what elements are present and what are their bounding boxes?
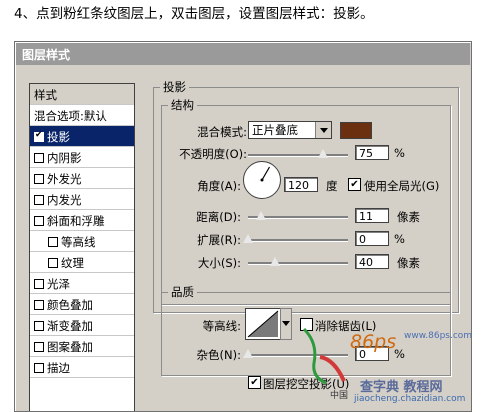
contour-picker[interactable] xyxy=(245,308,281,340)
style-item-label: 纹理 xyxy=(61,256,84,270)
quality-group-title: 品质 xyxy=(171,285,194,299)
style-item-label: 投影 xyxy=(47,130,70,144)
opacity-input[interactable]: 75 xyxy=(355,145,389,160)
style-item-label: 图案叠加 xyxy=(47,340,93,354)
pattern-overlay-checkbox[interactable] xyxy=(34,342,44,352)
drop-shadow-checkbox[interactable]: ✔ xyxy=(34,130,44,142)
angle-unit: 度 xyxy=(326,179,338,193)
style-item-outer-glow[interactable]: 外发光 xyxy=(30,168,134,189)
checkmark-icon: ✔ xyxy=(35,130,43,140)
blend-mode-label: 混合模式: xyxy=(197,125,247,139)
satin-checkbox[interactable] xyxy=(34,279,44,289)
style-item-drop-shadow[interactable]: ✔ 投影 xyxy=(30,126,134,147)
style-item-satin[interactable]: 光泽 xyxy=(30,273,134,294)
gradient-overlay-checkbox[interactable] xyxy=(34,321,44,331)
spread-input[interactable]: 0 xyxy=(355,231,389,246)
style-item-contour[interactable]: 等高线 xyxy=(30,231,134,252)
style-item-label: 外发光 xyxy=(47,172,82,186)
global-light-checkbox[interactable]: ✔ xyxy=(348,178,361,191)
dialog-title: 图层样式 xyxy=(22,48,71,62)
opacity-label: 不透明度(O): xyxy=(179,147,247,161)
style-item-gradient-overlay[interactable]: 渐变叠加 xyxy=(30,315,134,336)
global-light-label: 使用全局光(G) xyxy=(364,179,440,193)
size-label: 大小(S): xyxy=(197,256,241,270)
style-item-label: 颜色叠加 xyxy=(47,298,93,312)
style-item-texture[interactable]: 纹理 xyxy=(30,252,134,273)
distance-slider[interactable] xyxy=(248,211,348,220)
color-overlay-checkbox[interactable] xyxy=(34,300,44,310)
style-item-label: 内发光 xyxy=(47,193,82,207)
noise-slider-thumb[interactable] xyxy=(243,349,253,358)
shadow-color-swatch[interactable] xyxy=(340,122,372,139)
bevel-emboss-checkbox[interactable] xyxy=(34,216,44,226)
style-item-label: 渐变叠加 xyxy=(47,319,93,333)
chevron-down-icon xyxy=(282,321,290,326)
distance-slider-thumb[interactable] xyxy=(256,211,266,220)
contour-checkbox[interactable] xyxy=(48,237,58,247)
style-item-bevel-emboss[interactable]: 斜面和浮雕 xyxy=(30,210,134,231)
styles-list-header: 样式 xyxy=(30,84,134,105)
styles-list: 样式 混合选项:默认 ✔ 投影 内阴影 外发光 内发光 斜面和浮雕 等高线 纹理… xyxy=(29,83,135,411)
logo-text: 86ps xyxy=(350,331,397,353)
angle-label: 角度(A): xyxy=(197,179,241,193)
size-slider[interactable] xyxy=(248,257,348,266)
size-unit: 像素 xyxy=(397,256,420,270)
inner-glow-checkbox[interactable] xyxy=(34,195,44,205)
brand-url: jiaocheng.chazidian.com xyxy=(354,394,466,404)
style-item-label: 混合选项:默认 xyxy=(34,109,107,123)
contour-curve-icon xyxy=(247,310,279,338)
style-item-inner-shadow[interactable]: 内阴影 xyxy=(30,147,134,168)
size-slider-thumb[interactable] xyxy=(270,257,280,266)
spread-unit: % xyxy=(394,232,405,246)
structure-group-title: 结构 xyxy=(171,98,194,112)
outer-glow-checkbox[interactable] xyxy=(34,174,44,184)
distance-label: 距离(D): xyxy=(196,210,241,224)
angle-input[interactable]: 120 xyxy=(284,177,318,192)
layer-style-dialog: 图层样式 样式 混合选项:默认 ✔ 投影 内阴影 外发光 内发光 斜面和浮雕 等… xyxy=(14,41,472,412)
spread-label: 扩展(R): xyxy=(197,233,241,247)
distance-unit: 像素 xyxy=(397,210,420,224)
brand-text: 查字典 教程网 xyxy=(360,380,443,395)
size-input[interactable]: 40 xyxy=(355,254,389,269)
site-url: www.86ps.com xyxy=(404,331,473,341)
contour-dropdown-button[interactable] xyxy=(280,308,292,340)
checkmark-icon: ✔ xyxy=(250,377,259,388)
spread-slider[interactable] xyxy=(243,234,348,243)
stroke-checkbox[interactable] xyxy=(34,363,44,373)
angle-dial[interactable] xyxy=(243,161,281,199)
contour-label: 等高线: xyxy=(202,319,241,333)
instruction-text: 4、点到粉红条纹图层上，双击图层，设置图层样式：投影。 xyxy=(14,6,374,22)
opacity-unit: % xyxy=(394,146,405,160)
style-item-label: 斜面和浮雕 xyxy=(47,214,105,228)
distance-input[interactable]: 11 xyxy=(355,208,389,223)
style-item-label: 描边 xyxy=(47,361,70,375)
style-item-label: 光泽 xyxy=(47,277,70,291)
drop-shadow-group-title: 投影 xyxy=(163,80,186,94)
blend-mode-select[interactable]: 正片叠底 xyxy=(248,121,332,139)
opacity-slider[interactable] xyxy=(248,149,348,158)
style-item-label: 内阴影 xyxy=(47,151,82,165)
site-label: 中国 xyxy=(330,391,349,401)
style-item-blending-options[interactable]: 混合选项:默认 xyxy=(30,105,134,126)
opacity-slider-thumb[interactable] xyxy=(318,149,328,158)
checkmark-icon: ✔ xyxy=(350,179,359,190)
angle-needle-icon xyxy=(260,166,271,182)
noise-label: 杂色(N): xyxy=(196,348,241,362)
knockout-checkbox[interactable]: ✔ xyxy=(248,376,261,389)
style-item-color-overlay[interactable]: 颜色叠加 xyxy=(30,294,134,315)
chevron-down-icon xyxy=(315,122,331,138)
inner-shadow-checkbox[interactable] xyxy=(34,153,44,163)
spread-slider-thumb[interactable] xyxy=(243,234,253,243)
style-item-stroke[interactable]: 描边 xyxy=(30,357,134,378)
blend-mode-value: 正片叠底 xyxy=(252,123,298,137)
style-item-label: 等高线 xyxy=(61,235,96,249)
texture-checkbox[interactable] xyxy=(48,258,58,268)
style-item-inner-glow[interactable]: 内发光 xyxy=(30,189,134,210)
styles-header-label: 样式 xyxy=(34,88,57,102)
dialog-titlebar: 图层样式 xyxy=(16,43,470,65)
style-item-pattern-overlay[interactable]: 图案叠加 xyxy=(30,336,134,357)
